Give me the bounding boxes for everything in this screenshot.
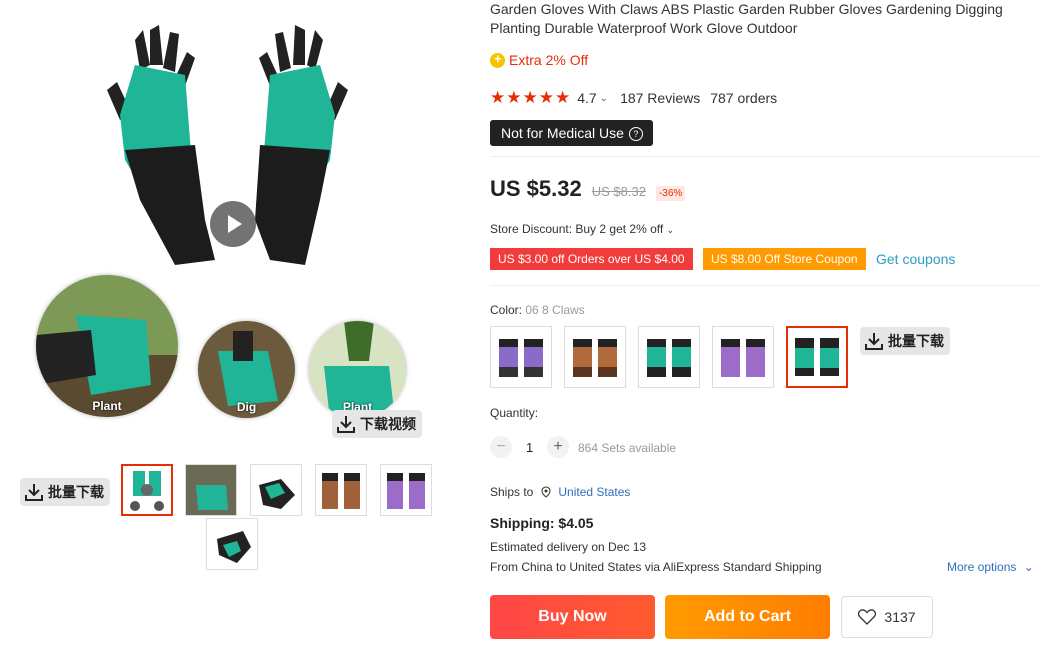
more-options-label: More options [947,560,1017,574]
circle-image-plant-2: Plant [309,321,406,418]
price-row: US $5.32 US $8.32 -36% [490,176,686,202]
ships-to-row: Ships to United States [490,485,630,499]
estimated-delivery: Estimated delivery on Dec 13 [490,540,647,554]
extra-discount-label: Extra 2% Off [509,52,589,68]
color-swatch-teal-8-claws[interactable] [786,326,848,388]
quantity-value[interactable]: 1 [526,440,533,455]
thumbnail-1[interactable] [121,464,173,516]
color-label: Color: [490,303,523,317]
shipping-cost: Shipping: $4.05 [490,515,594,531]
chevron-down-icon: ⌄ [1023,560,1034,574]
rating-row: ★★★★★ 4.7 ⌄ 187 Reviews 787 orders [490,88,777,108]
color-swatch-purple[interactable] [712,326,774,388]
store-discount[interactable]: Store Discount: Buy 2 get 2% off ⌄ [490,222,674,236]
coupon-store[interactable]: US $8.00 Off Store Coupon [703,248,866,270]
chevron-down-icon: ⌄ [599,92,609,104]
thumbnail-2[interactable] [185,464,237,516]
color-swatch-brown[interactable] [564,326,626,388]
circle-label: Dig [236,400,257,414]
store-discount-label: Store Discount: Buy 2 get 2% off [490,222,664,236]
buy-now-button[interactable]: Buy Now [490,595,655,639]
product-title: Garden Gloves With Claws ABS Plastic Gar… [490,1,1003,36]
available-stock: 864 Sets available [578,441,677,455]
star-rating-icon: ★★★★★ [490,88,572,107]
thumbnail-6[interactable] [206,518,258,570]
divider [490,156,1040,157]
coin-icon [490,51,505,68]
add-to-cart-button[interactable]: Add to Cart [665,595,830,639]
play-video-button[interactable] [210,201,256,247]
ships-to-label: Ships to [490,485,534,499]
color-value: 06 8 Claws [525,303,585,317]
medical-use-label: Not for Medical Use [501,125,624,141]
download-video-button[interactable]: 下载视频 [332,410,422,438]
circle-label: Plant [92,399,122,413]
wishlist-button[interactable]: 3137 [841,596,933,638]
color-swatch-purple-black[interactable] [490,326,552,388]
extra-discount: Extra 2% Off [490,51,589,68]
heart-icon [858,609,877,625]
more-options-link[interactable]: More options ⌄ [947,560,1034,574]
download-icon [337,416,355,433]
color-swatch-teal-4-claws[interactable] [638,326,700,388]
current-price: US $5.32 [490,176,582,201]
batch-download-label: 批量下载 [48,484,104,500]
quantity-increase-button[interactable]: + [547,436,569,458]
medical-use-badge[interactable]: Not for Medical Use ? [490,120,653,146]
quantity-label: Quantity: [490,406,539,420]
thumbnail-5[interactable] [380,464,432,516]
chevron-down-icon: ⌄ [666,225,675,235]
orders-count: 787 orders [710,90,778,106]
batch-download-button-colors[interactable]: 批量下载 [860,327,950,355]
discount-badge: -36% [655,186,686,201]
location-pin-icon [541,486,551,498]
get-coupons-link[interactable]: Get coupons [876,251,955,267]
batch-download-button-gallery[interactable]: 批量下载 [20,478,110,506]
circle-image-plant: Plant [36,275,178,417]
wishlist-count: 3137 [884,609,916,625]
download-icon [25,484,43,501]
shipping-route: From China to United States via AliExpre… [490,560,822,574]
rating-value[interactable]: 4.7 [577,90,596,106]
thumbnail-4[interactable] [315,464,367,516]
coupon-orders[interactable]: US $3.00 off Orders over US $4.00 [490,248,693,270]
color-label-row: Color: 06 8 Claws [490,303,585,317]
original-price: US $8.32 [591,184,646,199]
question-icon: ? [628,127,643,142]
circle-image-dig: Dig [198,321,295,418]
batch-download-label: 批量下载 [888,333,944,349]
download-icon [865,333,883,350]
quantity-decrease-button[interactable]: − [490,436,512,458]
divider [490,285,1040,286]
ships-to-country[interactable]: United States [558,485,630,499]
reviews-link[interactable]: 187 Reviews [620,90,700,106]
thumbnail-3[interactable] [250,464,302,516]
download-video-label: 下载视频 [360,416,416,432]
